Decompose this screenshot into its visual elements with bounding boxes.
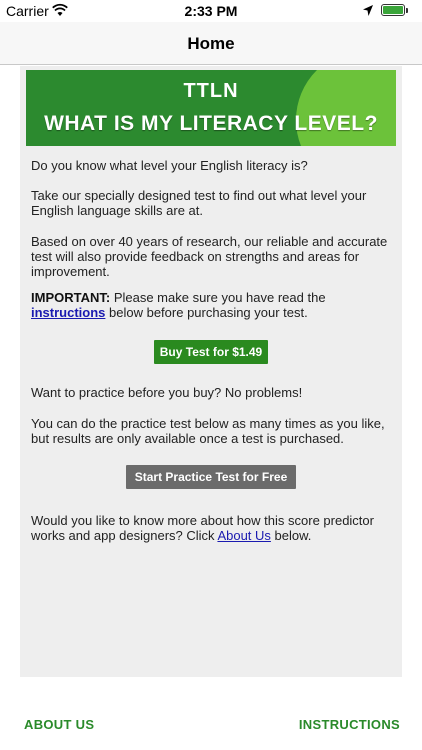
instructions-footer-button[interactable]: INSTRUCTIONS [299,717,400,732]
clock: 2:33 PM [184,3,238,19]
location-arrow-icon [363,5,373,16]
start-practice-button[interactable]: Start Practice Test for Free [126,465,296,489]
about-tail: below. [270,528,312,543]
about-paragraph: Would you like to know more about how th… [31,513,393,543]
important-tail: below before purchasing your test. [105,305,308,320]
practice-intro: Want to practice before you buy? No prob… [31,385,303,400]
status-bar: Carrier 2:33 PM [0,0,422,22]
buy-test-button[interactable]: Buy Test for $1.49 [154,340,268,364]
intro-paragraph: Take our specially designed test to find… [31,188,367,218]
intro-question: Do you know what level your English lite… [31,158,308,173]
research-paragraph: Based on over 40 years of research, our … [31,234,388,279]
about-text: Would you like to know more about how th… [31,513,374,543]
battery-icon [381,4,405,16]
page-title: Home [187,34,235,53]
ttln-logo: TTLN [183,80,239,102]
battery-tip [406,8,408,13]
banner-headline: WHAT IS MY LITERACY LEVEL? [44,112,378,135]
important-text: Please make sure you have read the [110,290,326,305]
important-label: IMPORTANT: [31,290,111,305]
about-us-link[interactable]: About Us [217,528,270,543]
header-banner: TTLN WHAT IS MY LITERACY LEVEL? [26,70,396,146]
navigation-bar: Home [0,22,422,65]
about-us-footer-button[interactable]: ABOUT US [24,717,94,732]
practice-paragraph: You can do the practice test below as ma… [31,416,385,446]
main-content[interactable]: TTLN WHAT IS MY LITERACY LEVEL? Do you k… [20,66,402,677]
instructions-link[interactable]: instructions [31,305,105,320]
important-paragraph: IMPORTANT: Please make sure you have rea… [31,290,393,320]
